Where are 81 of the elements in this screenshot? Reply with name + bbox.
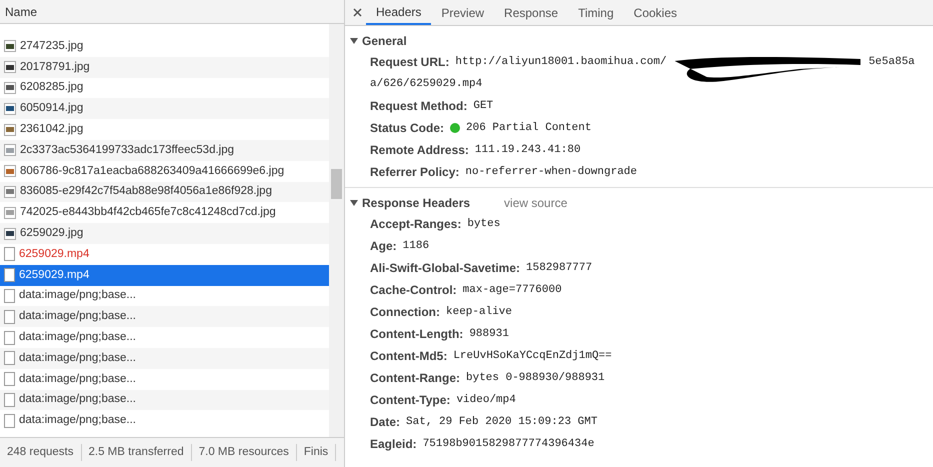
header-value: GET [473, 98, 494, 114]
tab[interactable]: Headers [366, 0, 432, 25]
file-icon [4, 288, 15, 303]
header-name: Accept-Ranges: [370, 216, 462, 233]
header-value: 111.19.243.41:80 [474, 142, 581, 158]
request-row[interactable]: 836085-e29f42c7f54ab88e98f4056a1e86f928.jpg [0, 182, 329, 202]
image-file-icon [4, 165, 16, 178]
header-name: Cache-Control: [370, 282, 457, 299]
status-text: 248 requests [0, 444, 82, 462]
header-name: Ali-Swift-Global-Savetime: [370, 260, 520, 277]
header-value: 988931 [469, 326, 509, 342]
file-icon [4, 392, 15, 407]
expand-triangle-icon[interactable] [350, 199, 358, 207]
file-icon [4, 310, 15, 324]
header-value: LreUvHSoKaYCcqEnZdj1mQ== [453, 348, 612, 364]
image-file-icon [4, 102, 16, 115]
header-name: Content-Length: [370, 326, 464, 343]
header-value: http://aliyun18001.baomihua.com/ [455, 54, 667, 70]
request-row[interactable]: 6259029.jpg [0, 223, 329, 244]
request-row[interactable]: data:image/png;base... [0, 390, 329, 410]
header-value: video/mp4 [456, 392, 516, 408]
tab[interactable]: Preview [431, 0, 494, 25]
request-row[interactable]: 6259029.mp4 [0, 264, 329, 286]
header-value: 75198b9015829877774396434e [422, 436, 594, 452]
image-file-icon [4, 82, 16, 94]
request-row[interactable]: 20178791.jpg [0, 56, 329, 78]
view-source-link[interactable]: view source [504, 194, 568, 212]
scrollbar[interactable] [329, 24, 344, 437]
status-text: 2.5 MB transferred [82, 444, 192, 462]
file-icon [4, 351, 15, 366]
status-text: Finis [296, 444, 336, 462]
header-value: bytes 0-988930/988931 [466, 370, 605, 386]
header-value: max-age=7776000 [462, 282, 562, 298]
image-file-icon [4, 40, 16, 52]
tab[interactable]: Timing [568, 0, 624, 25]
image-file-icon [4, 124, 16, 136]
header-name: Content-Range: [370, 370, 460, 387]
tab[interactable]: Response [494, 0, 568, 25]
header-name: Age: [370, 238, 397, 255]
image-file-icon [4, 186, 16, 198]
column-header[interactable]: Name [0, 0, 344, 24]
tab[interactable]: Cookies [624, 0, 688, 25]
header-name: Content-Md5: [370, 348, 448, 365]
header-name: Date: [370, 414, 400, 431]
file-icon [4, 372, 15, 386]
header-name: Connection: [370, 304, 440, 321]
header-value: bytes [467, 216, 500, 232]
close-icon[interactable] [353, 8, 362, 17]
header-value: 206 Partial Content [466, 120, 592, 136]
header-value: 1582987777 [526, 260, 592, 276]
section-title[interactable]: Response Headers [362, 194, 470, 212]
request-row[interactable]: 6050914.jpg [0, 98, 329, 120]
header-name: Request URL: [370, 54, 450, 71]
header-value: 5e5a85a [868, 54, 915, 70]
request-row[interactable]: 6208285.jpg [0, 78, 329, 98]
request-row[interactable]: data:image/png;base... [0, 348, 329, 369]
image-file-icon [4, 144, 16, 156]
header-value: keep-alive [446, 304, 512, 320]
header-name: Remote Address: [370, 142, 469, 159]
header-name: Eagleid: [370, 436, 417, 453]
image-file-icon [4, 206, 16, 219]
header-name: Referrer Policy: [370, 164, 460, 181]
file-icon [4, 268, 15, 282]
image-file-icon [4, 61, 16, 74]
file-icon [4, 414, 15, 428]
header-name: Status Code: [370, 120, 444, 137]
file-icon [4, 330, 15, 345]
request-row[interactable]: data:image/png;base... [0, 306, 329, 328]
status-text: 7.0 MB resources [192, 444, 297, 462]
header-name: Content-Type: [370, 392, 450, 409]
header-value: 1186 [402, 238, 430, 254]
header-name: Request Method: [370, 98, 468, 115]
header-value: no-referrer-when-downgrade [465, 164, 638, 180]
header-value: a/626/6259029.mp4 [370, 76, 482, 92]
file-icon [4, 247, 15, 262]
request-row[interactable]: data:image/png;base... [0, 286, 329, 306]
image-file-icon [4, 228, 16, 240]
expand-triangle-icon[interactable] [350, 37, 358, 45]
request-row[interactable]: 2c3373ac5364199733adc173ffeec53d.jpg [0, 140, 329, 161]
header-value: Sat, 29 Feb 2020 15:09:23 GMT [406, 414, 598, 430]
section-title[interactable]: General [362, 32, 407, 50]
